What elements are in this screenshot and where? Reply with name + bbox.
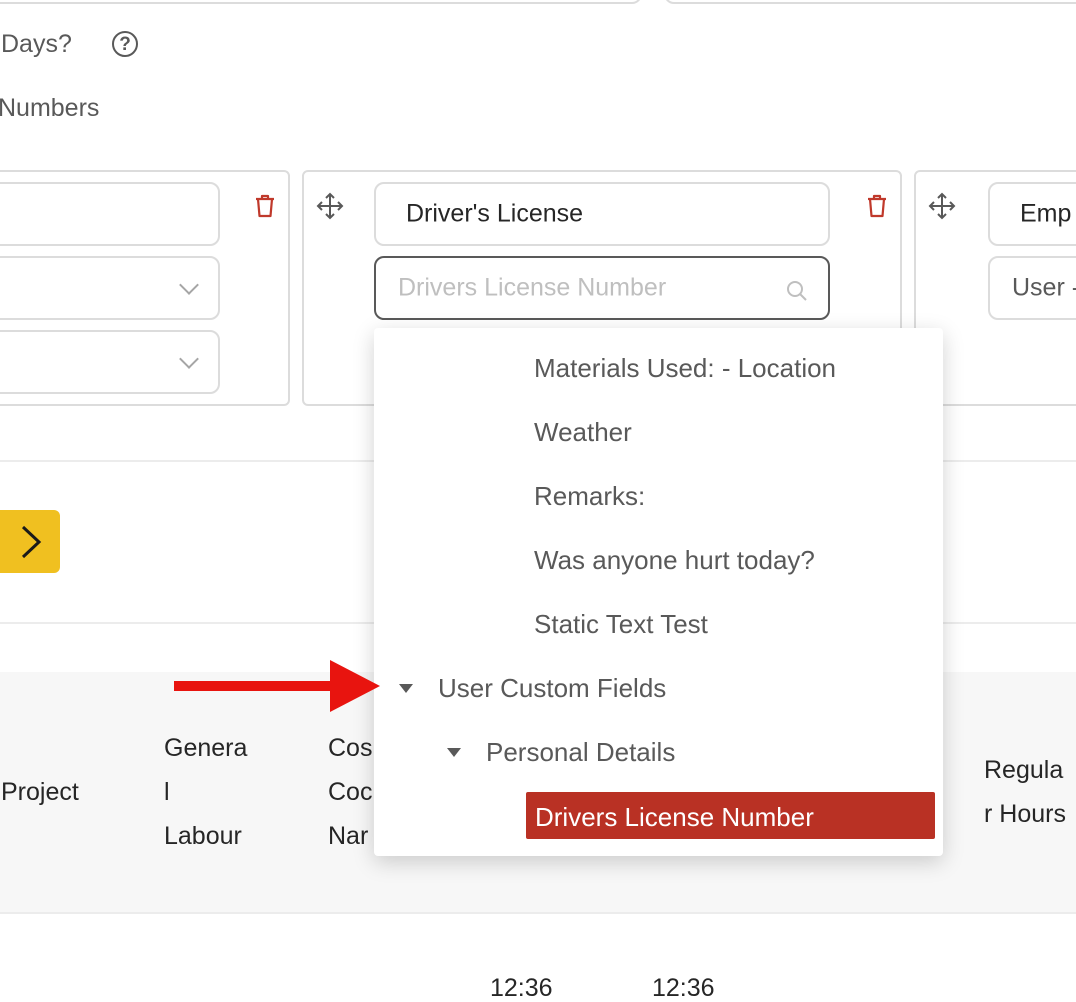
trash-icon[interactable] — [866, 194, 888, 218]
dropdown-item-selected[interactable]: Drivers License Number — [526, 792, 935, 839]
caret-down-icon[interactable] — [447, 748, 461, 757]
table-cell-time: 12:36 — [490, 974, 553, 1002]
field-source-dropdown: Materials Used: - Location Weather Remar… — [374, 328, 943, 856]
field-title-input-left[interactable] — [0, 182, 220, 246]
search-icon — [787, 281, 807, 301]
days-label: Days? — [1, 30, 72, 58]
move-icon[interactable] — [316, 192, 344, 220]
dropdown-item[interactable]: Remarks: — [534, 483, 645, 509]
dropdown-item[interactable]: Static Text Test — [534, 611, 708, 637]
chevron-right-icon — [21, 525, 42, 559]
field-search-select[interactable]: Drivers License Number — [374, 256, 830, 320]
table-divider — [0, 912, 1076, 914]
column-header-project[interactable]: Project — [1, 770, 79, 814]
field-type-select-right[interactable]: User - — [988, 256, 1076, 320]
trash-icon[interactable] — [254, 194, 276, 218]
field-title-value-right: Emp — [1020, 199, 1072, 228]
column-header-regular-hours[interactable]: Regula r Hours — [984, 748, 1066, 836]
dropdown-group-personal-details[interactable]: Personal Details — [486, 739, 675, 765]
field-title-input[interactable]: Driver's License — [374, 182, 830, 246]
column-header-cost-code-name[interactable]: Cos Coc Nar — [328, 726, 372, 858]
field-card-left — [0, 170, 290, 406]
field-select-value-right: User - — [1012, 273, 1076, 302]
dropdown-group-user-custom-fields[interactable]: User Custom Fields — [438, 675, 666, 701]
top-field-right[interactable] — [664, 0, 1076, 4]
column-header-general-labour[interactable]: Genera l Labour — [164, 726, 247, 858]
annotation-arrow — [174, 660, 380, 712]
search-placeholder: Drivers License Number — [398, 273, 667, 302]
move-icon[interactable] — [928, 192, 956, 220]
top-field-left[interactable] — [0, 0, 642, 4]
field-source-select-left[interactable] — [0, 330, 220, 394]
field-title-value: Driver's License — [406, 199, 584, 228]
field-type-select-left[interactable] — [0, 256, 220, 320]
dropdown-selected-label: Drivers License Number — [535, 802, 814, 832]
next-button[interactable] — [0, 510, 60, 573]
question-circle-icon[interactable]: ? — [112, 31, 138, 57]
table-cell-time: 12:36 — [652, 974, 715, 1002]
caret-down-icon[interactable] — [399, 684, 413, 693]
dropdown-item[interactable]: Materials Used: - Location — [534, 355, 836, 381]
dropdown-item[interactable]: Was anyone hurt today? — [534, 547, 815, 573]
field-title-input-right[interactable]: Emp — [988, 182, 1076, 246]
dropdown-item[interactable]: Weather — [534, 419, 632, 445]
numbers-label: Numbers — [0, 94, 100, 122]
